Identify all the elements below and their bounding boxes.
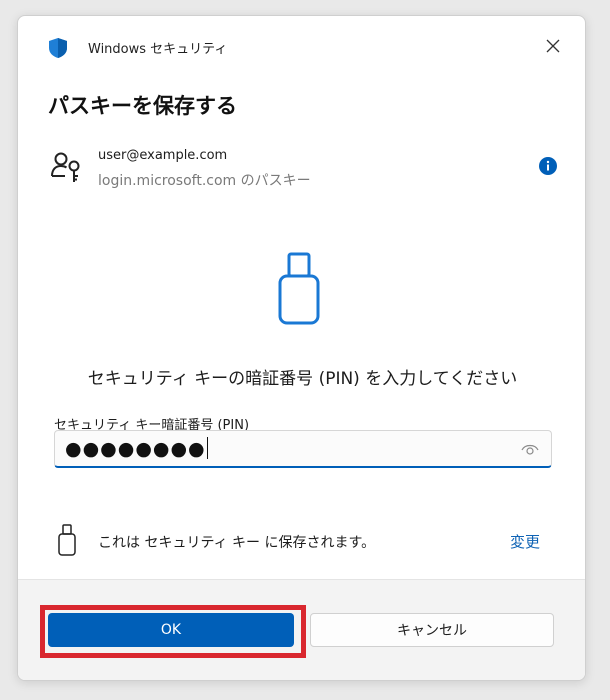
eye-icon[interactable] — [521, 442, 539, 456]
close-icon[interactable] — [546, 39, 560, 53]
cancel-button[interactable]: キャンセル — [310, 613, 554, 647]
change-link[interactable]: 変更 — [510, 531, 540, 552]
title-bar: Windows セキュリティ — [18, 16, 585, 78]
storage-text: これは セキュリティ キー に保存されます。 — [98, 535, 376, 551]
dialog-footer: OK キャンセル — [18, 579, 585, 680]
close-button[interactable] — [541, 34, 565, 58]
passkey-icon — [51, 152, 80, 182]
usb-key-small-icon — [58, 524, 76, 556]
pin-input[interactable]: ●●●●●●●● — [54, 430, 552, 468]
pin-prompt: セキュリティ キーの暗証番号 (PIN) を入力してください — [87, 369, 518, 389]
pin-masked-text: ●●●●●●●● — [65, 438, 206, 460]
text-caret — [206, 437, 209, 459]
storage-location: これは セキュリティ キー に保存されます。 変更 — [56, 522, 546, 558]
account-site: login.microsoft.com のパスキー — [98, 173, 311, 189]
ok-button[interactable]: OK — [48, 613, 294, 647]
pin-input-value[interactable]: ●●●●●●●● — [65, 437, 209, 460]
info-icon[interactable] — [538, 156, 558, 176]
shield-icon — [49, 38, 67, 58]
account-info: user@example.com login.microsoft.com のパス… — [48, 144, 557, 194]
usb-key-icon — [278, 252, 320, 325]
app-title: Windows セキュリティ — [88, 42, 228, 57]
account-email: user@example.com — [98, 148, 228, 163]
dialog: Windows セキュリティ パスキーを保存する user@example.co… — [17, 15, 586, 681]
dialog-heading: パスキーを保存する — [48, 94, 237, 118]
